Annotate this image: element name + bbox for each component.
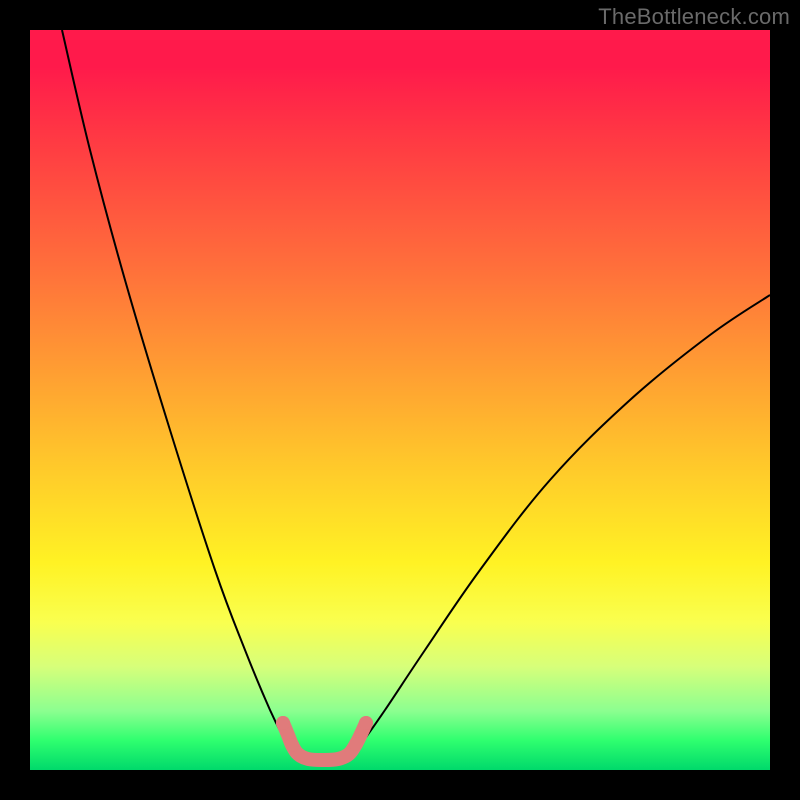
- marker: [285, 738, 299, 752]
- curve-layer: [30, 30, 770, 770]
- marker: [359, 716, 373, 730]
- series-left-branch: [62, 30, 292, 752]
- marker: [349, 737, 363, 751]
- plot-area: [30, 30, 770, 770]
- watermark-text: TheBottleneck.com: [598, 4, 790, 30]
- series-container: [62, 30, 770, 760]
- series-right-branch: [355, 295, 770, 752]
- marker: [276, 716, 290, 730]
- chart-frame: TheBottleneck.com: [0, 0, 800, 800]
